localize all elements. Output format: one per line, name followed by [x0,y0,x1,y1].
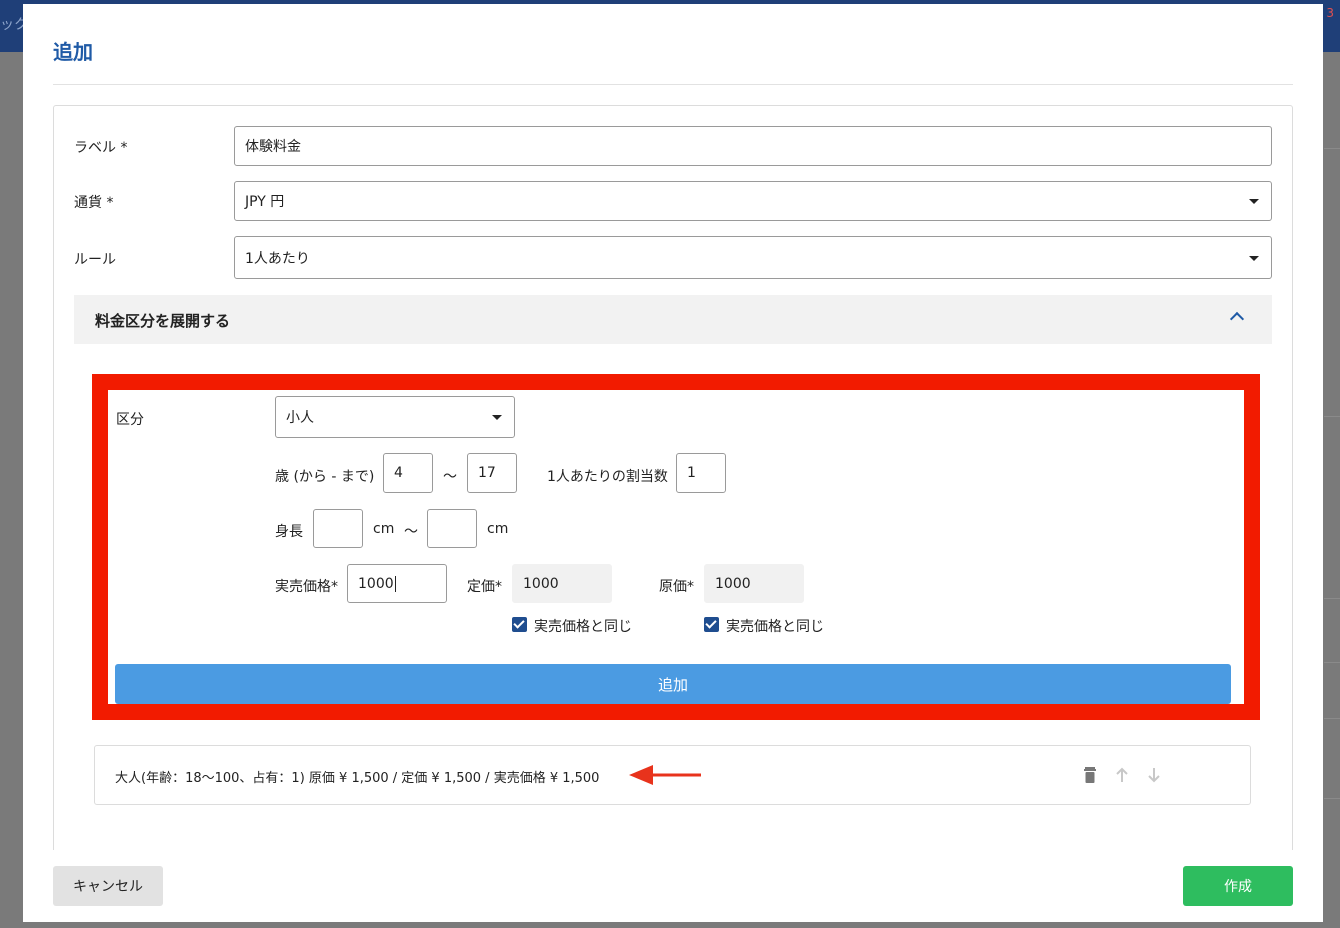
arrow-left-icon [629,765,701,785]
actual-price-value: 1000 [358,575,394,592]
age-caption: 歳 (から - まで) [275,469,375,485]
age-to-input[interactable]: 17 [467,453,517,493]
arrow-up-icon[interactable] [1114,766,1130,784]
modal-title: 追加 [53,40,93,64]
category-select-value: 小人 [286,410,314,426]
height-from-input[interactable] [313,509,363,548]
list-item-text: 大人(年齢：18〜100、占有：1) 原価 ¥ 1,500 / 定価 ¥ 1,5… [115,771,600,786]
caret-down-icon [1249,199,1259,204]
cancel-button[interactable]: キャンセル [53,866,163,906]
cost-price-same-checkbox[interactable] [704,617,719,632]
rule-caption: ルール [74,252,116,268]
currency-select-value: JPY 円 [245,194,285,210]
list-price-caption: 定価* [467,579,502,595]
add-category-button[interactable]: 追加 [115,664,1231,704]
rule-select[interactable]: 1人あたり [234,236,1272,279]
list-price-input[interactable]: 1000 [512,564,612,603]
caret-down-icon [1249,255,1259,261]
category-caption: 区分 [116,412,144,428]
add-modal: 追加 ラベル * 体験料金 通貨 * JPY 円 ルール 1人あたり 料金区分を… [23,4,1323,922]
height-to-unit: cm [487,521,509,537]
trash-icon[interactable] [1082,766,1098,784]
price-category-accordion[interactable]: 料金区分を展開する [74,295,1272,344]
tilde: 〜 [404,524,418,540]
label-field-caption: ラベル * [74,140,128,156]
category-form: 区分 小人 歳 (から - まで) 4 〜 17 1人あたりの割当数 1 身長 [108,390,1244,704]
allotment-value: 1 [687,465,696,481]
form-card: ラベル * 体験料金 通貨 * JPY 円 ルール 1人あたり 料金区分を展開す… [53,105,1293,867]
height-to-input[interactable] [427,509,477,548]
allotment-caption: 1人あたりの割当数 [547,469,668,485]
list-price-same-checkbox[interactable] [512,617,527,632]
list-price-value: 1000 [523,575,559,592]
modal-divider [53,84,1293,85]
text-cursor [394,575,396,592]
actual-price-input[interactable]: 1000 [347,564,447,603]
modal-footer: キャンセル 作成 [23,850,1323,922]
list-item: 大人(年齢：18〜100、占有：1) 原価 ¥ 1,500 / 定価 ¥ 1,5… [94,745,1251,805]
cost-price-value: 1000 [715,575,751,592]
create-button[interactable]: 作成 [1183,866,1293,906]
chevron-up-icon[interactable] [1229,311,1245,327]
actual-price-caption: 実売価格* [275,579,338,595]
allotment-input[interactable]: 1 [676,453,726,493]
currency-select[interactable]: JPY 円 [234,181,1272,221]
cost-price-same-label: 実売価格と同じ [726,619,824,635]
accordion-title: 料金区分を展開する [95,312,231,330]
rule-select-value: 1人あたり [245,250,310,267]
label-input-value: 体験料金 [245,139,301,155]
caret-down-icon [492,415,502,420]
highlight-box: 区分 小人 歳 (から - まで) 4 〜 17 1人あたりの割当数 1 身長 [92,374,1260,720]
list-price-same-label: 実売価格と同じ [534,619,632,635]
background-badge: 3 [1326,6,1334,20]
age-to-value: 17 [478,465,496,481]
age-from-value: 4 [394,465,403,481]
currency-caption: 通貨 * [74,195,114,211]
cost-price-caption: 原価* [659,579,694,595]
age-from-input[interactable]: 4 [383,453,433,493]
category-select[interactable]: 小人 [275,396,515,438]
label-input[interactable]: 体験料金 [234,126,1272,166]
cost-price-input[interactable]: 1000 [704,564,804,603]
tilde: 〜 [443,469,457,485]
arrow-down-icon[interactable] [1146,766,1162,784]
height-caption: 身長 [275,524,303,540]
height-from-unit: cm [373,521,395,537]
